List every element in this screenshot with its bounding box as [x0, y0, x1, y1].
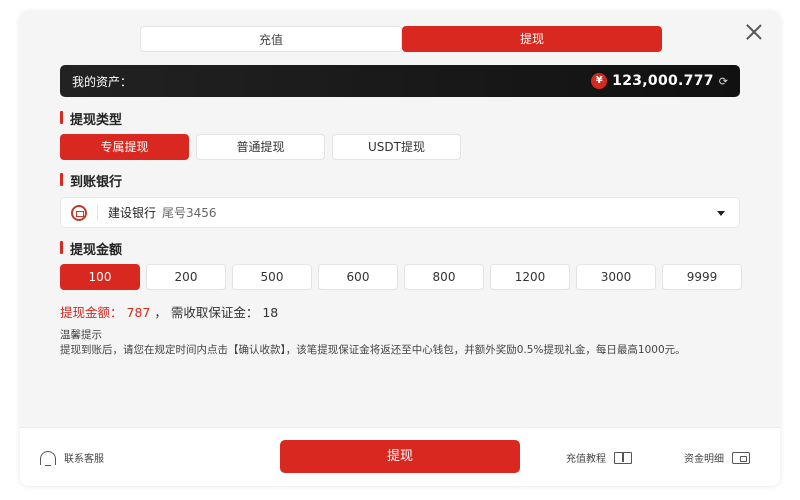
amount-option-600[interactable]: 600	[318, 264, 398, 290]
assets-amount: 123,000.777	[612, 73, 714, 89]
tab-withdraw[interactable]: 提现	[402, 26, 662, 52]
amount-option-9999[interactable]: 9999	[662, 264, 742, 290]
amount-options: 100 200 500 600 800 1200 3000 9999	[60, 264, 742, 290]
bank-logo-icon	[71, 204, 87, 221]
bank-title: 到账银行	[60, 171, 122, 190]
withdraw-dialog: 充值 提现 我的资产： ¥ 123,000.777 ⟳ 提现类型 专属提现 普通…	[20, 12, 780, 486]
bank-select[interactable]: 建设银行 尾号3456	[60, 197, 740, 228]
assets-label: 我的资产：	[72, 74, 133, 89]
refresh-icon[interactable]: ⟳	[719, 75, 728, 88]
summary-separator: ，	[154, 305, 167, 320]
withdraw-amount-label: 提现金额：	[60, 305, 123, 320]
assets-value-group: ¥ 123,000.777 ⟳	[591, 73, 728, 89]
withdraw-type-exclusive[interactable]: 专属提现	[60, 134, 189, 160]
tab-recharge[interactable]: 充值	[140, 26, 402, 52]
bank-card-tail: 尾号3456	[162, 206, 217, 220]
amount-option-200[interactable]: 200	[146, 264, 226, 290]
recharge-tutorial-label: 充值教程	[566, 454, 606, 465]
withdraw-submit-button[interactable]: 提现	[280, 440, 520, 473]
tips-text: 提现到账后，请您在规定时间内点击【确认收款】，该笔提现保证金将返还至中心钱包，并…	[60, 344, 686, 356]
withdraw-type-title: 提现类型	[60, 109, 122, 128]
amount-option-1200[interactable]: 1200	[490, 264, 570, 290]
amount-option-800[interactable]: 800	[404, 264, 484, 290]
withdraw-amount-title: 提现金额	[60, 239, 122, 258]
contact-service-label: 联系客服	[64, 454, 104, 465]
wallet-icon	[732, 451, 750, 464]
withdraw-amount-value: 787	[126, 305, 151, 320]
deposit-value: 18	[262, 305, 279, 320]
amount-option-100[interactable]: 100	[60, 264, 140, 290]
amount-option-3000[interactable]: 3000	[576, 264, 656, 290]
amount-option-500[interactable]: 500	[232, 264, 312, 290]
tips-box: 温馨提示 提现到账后，请您在规定时间内点击【确认收款】，该笔提现保证金将返还至中…	[60, 328, 750, 357]
book-icon	[614, 451, 632, 464]
bank-name: 建设银行	[108, 206, 157, 220]
divider	[97, 204, 98, 221]
recharge-tutorial-link[interactable]: 充值教程	[566, 450, 632, 465]
withdraw-type-options: 专属提现 普通提现 USDT提现	[60, 134, 461, 160]
fund-details-link[interactable]: 资金明细	[684, 450, 750, 465]
fund-details-label: 资金明细	[684, 454, 724, 465]
footer-bar: 联系客服 提现 充值教程 资金明细	[20, 427, 780, 486]
withdraw-type-normal[interactable]: 普通提现	[196, 134, 325, 160]
chevron-down-icon	[717, 211, 725, 216]
assets-bar: 我的资产： ¥ 123,000.777 ⟳	[60, 65, 740, 97]
tab-bar: 充值 提现	[140, 26, 662, 52]
currency-icon: ¥	[591, 73, 608, 89]
contact-service-link[interactable]: 联系客服	[40, 450, 104, 466]
deposit-label: 需收取保证金：	[170, 305, 259, 320]
withdraw-type-usdt[interactable]: USDT提现	[332, 134, 461, 160]
headset-icon	[40, 450, 56, 466]
withdraw-summary: 提现金额： 787 ， 需收取保证金： 18	[60, 302, 278, 321]
close-icon[interactable]	[744, 22, 764, 42]
tips-title: 温馨提示	[60, 329, 102, 341]
